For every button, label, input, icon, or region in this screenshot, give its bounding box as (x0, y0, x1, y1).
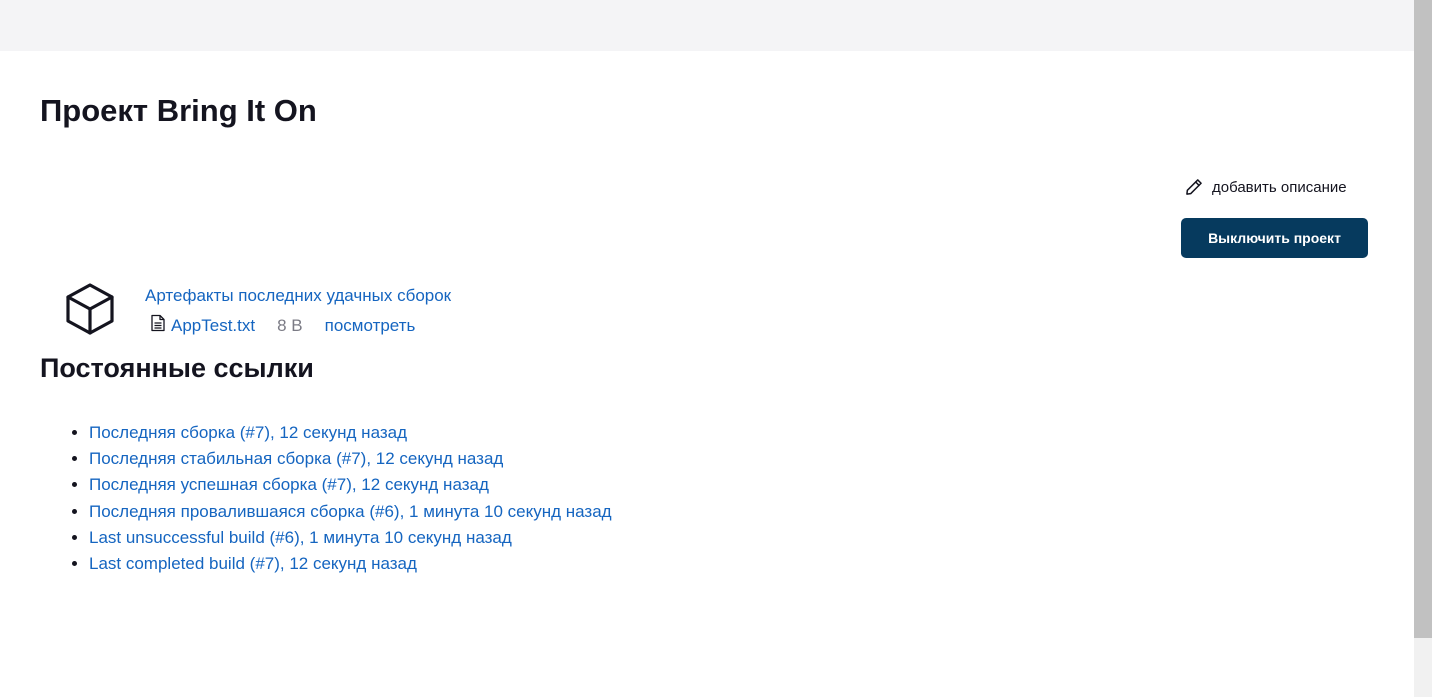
disable-project-button[interactable]: Выключить проект (1181, 218, 1368, 258)
add-description-label: добавить описание (1212, 178, 1347, 196)
package-icon (62, 280, 118, 336)
last-successful-artifacts-link[interactable]: Артефакты последних удачных сборок (145, 286, 451, 306)
scrollbar-thumb[interactable] (1414, 0, 1432, 638)
list-item: Last unsuccessful build (#6), 1 минута 1… (89, 525, 612, 551)
permalink-last-completed-build[interactable]: Last completed build (#7), 12 секунд наз… (89, 554, 417, 573)
document-icon (150, 314, 166, 337)
artifact-file-size: 8 B (277, 315, 303, 335)
permalink-last-failed-build[interactable]: Последняя провалившаяся сборка (#6), 1 м… (89, 502, 612, 521)
artifact-file-link[interactable]: AppTest.txt (171, 316, 255, 336)
list-item: Last completed build (#7), 12 секунд наз… (89, 551, 612, 577)
list-item: Последняя сборка (#7), 12 секунд назад (89, 420, 612, 446)
pencil-icon (1184, 177, 1204, 197)
add-description-link[interactable]: добавить описание (1184, 177, 1347, 197)
permalinks-list: Последняя сборка (#7), 12 секунд назад П… (0, 420, 612, 577)
list-item: Последняя провалившаяся сборка (#6), 1 м… (89, 499, 612, 525)
permalink-last-successful-build[interactable]: Последняя успешная сборка (#7), 12 секун… (89, 475, 489, 494)
permalinks-title: Постоянные ссылки (40, 353, 314, 383)
list-item: Последняя стабильная сборка (#7), 12 сек… (89, 446, 612, 472)
artifact-file-row: AppTest.txt 8 B посмотреть (150, 314, 415, 337)
list-item: Последняя успешная сборка (#7), 12 секун… (89, 472, 612, 498)
vertical-scrollbar[interactable] (1414, 0, 1432, 697)
top-bar (0, 0, 1414, 51)
permalink-last-stable-build[interactable]: Последняя стабильная сборка (#7), 12 сек… (89, 449, 503, 468)
permalink-last-unsuccessful-build[interactable]: Last unsuccessful build (#6), 1 минута 1… (89, 528, 512, 547)
view-artifact-link[interactable]: посмотреть (325, 316, 416, 336)
permalink-last-build[interactable]: Последняя сборка (#7), 12 секунд назад (89, 423, 407, 442)
page-title: Проект Bring It On (40, 93, 317, 128)
